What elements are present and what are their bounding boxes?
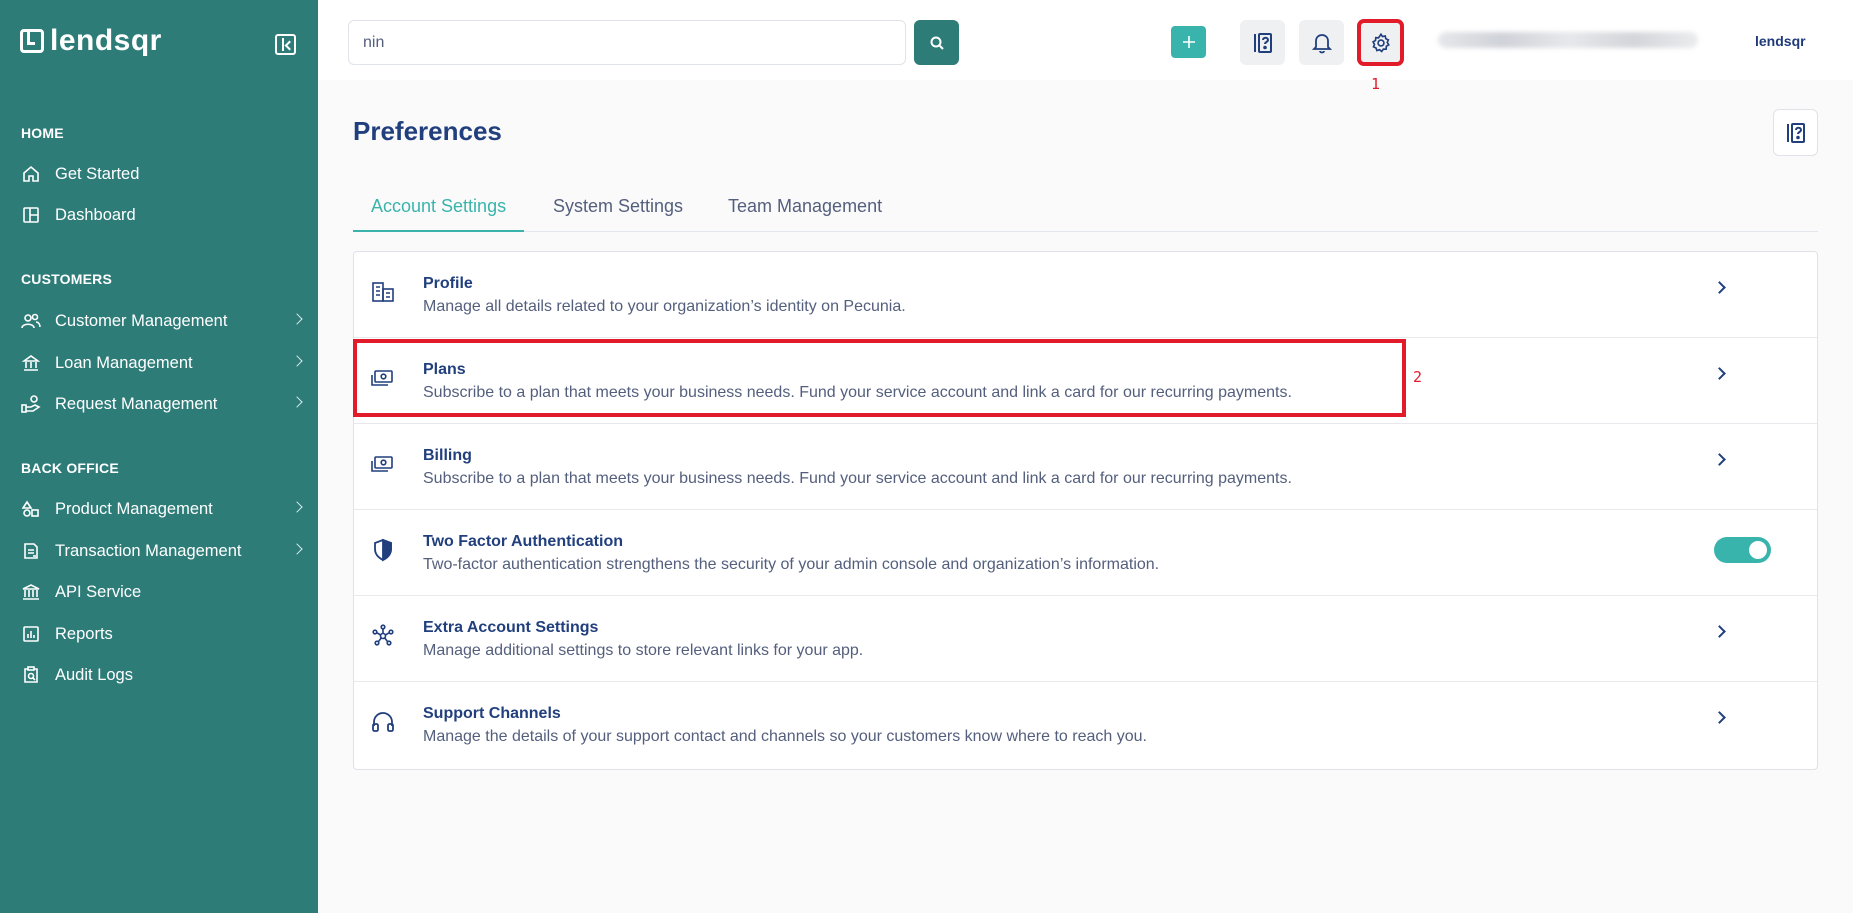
row-title: Support Channels: [423, 705, 561, 722]
logo-mark-icon: [20, 29, 44, 53]
account-settings-list: Profile Manage all details related to yo…: [353, 251, 1818, 770]
row-description: Manage additional settings to store rele…: [423, 642, 864, 659]
settings-button[interactable]: [1357, 19, 1404, 66]
topbar: 1 lendsqr: [318, 0, 1853, 93]
annotation-marker-2: 2: [1413, 368, 1423, 386]
brand-name: lendsqr: [50, 24, 162, 57]
product-icon: [21, 499, 41, 519]
section-title-back-office: BACK OFFICE: [21, 460, 119, 476]
row-title: Two Factor Authentication: [423, 533, 623, 550]
settings-row-profile[interactable]: Profile Manage all details related to yo…: [354, 252, 1817, 338]
tab-system-settings[interactable]: System Settings: [553, 196, 683, 232]
annotation-marker-1: 1: [1371, 75, 1381, 93]
row-title: Billing: [423, 447, 472, 464]
reports-icon: [21, 624, 41, 644]
section-title-customers: CUSTOMERS: [21, 271, 112, 287]
sidebar: lendsqr HOME Get Started Dashboard CUSTO…: [0, 0, 318, 913]
search-button[interactable]: [914, 20, 959, 65]
settings-row-extra-account[interactable]: Extra Account Settings Manage additional…: [354, 596, 1817, 682]
shield-icon: [370, 537, 396, 563]
org-brand-logo: lendsqr: [1755, 33, 1806, 49]
row-description: Two-factor authentication strengthens th…: [423, 556, 1160, 573]
sidebar-item-transaction-management[interactable]: Transaction Management: [21, 536, 303, 566]
sidebar-item-api-service[interactable]: API Service: [21, 577, 301, 607]
add-button[interactable]: [1171, 26, 1206, 58]
page-title: Preferences: [353, 116, 502, 146]
help-icon: [1253, 32, 1272, 53]
transaction-icon: [21, 541, 41, 561]
chevron-right-icon: [1713, 453, 1726, 466]
headphones-icon: [370, 709, 396, 735]
collapse-sidebar-icon[interactable]: [275, 34, 296, 55]
search-input[interactable]: [348, 20, 906, 65]
chevron-right-icon: [291, 355, 303, 367]
sidebar-item-get-started[interactable]: Get Started: [21, 159, 301, 189]
chevron-right-icon: [291, 501, 303, 513]
settings-row-support-channels[interactable]: Support Channels Manage the details of y…: [354, 682, 1817, 768]
sidebar-item-label: Dashboard: [55, 205, 136, 224]
toggle-knob: [1749, 541, 1767, 559]
chevron-right-icon: [1713, 281, 1726, 294]
bank-icon: [21, 582, 41, 602]
sidebar-item-customer-management[interactable]: Customer Management: [21, 306, 303, 336]
settings-row-billing[interactable]: Billing Subscribe to a plan that meets y…: [354, 424, 1817, 510]
building-icon: [370, 279, 396, 305]
help-icon: [1786, 122, 1805, 143]
sidebar-item-product-management[interactable]: Product Management: [21, 494, 303, 524]
sidebar-item-label: Reports: [55, 624, 113, 643]
chevron-right-icon: [1713, 625, 1726, 638]
network-icon: [370, 623, 396, 649]
plus-icon: [1182, 36, 1195, 48]
brand-logo[interactable]: lendsqr: [20, 26, 162, 56]
loan-icon: [21, 353, 41, 373]
gear-icon: [1371, 32, 1390, 53]
section-title-home: HOME: [21, 125, 64, 141]
row-description: Subscribe to a plan that meets your busi…: [423, 384, 1292, 401]
page-help-button[interactable]: [1773, 109, 1818, 156]
settings-row-plans[interactable]: Plans Subscribe to a plan that meets you…: [354, 338, 1817, 424]
tab-account-settings[interactable]: Account Settings: [353, 196, 525, 232]
sidebar-item-label: Loan Management: [55, 353, 193, 372]
sidebar-item-loan-management[interactable]: Loan Management: [21, 348, 303, 378]
home-icon: [21, 164, 41, 184]
money-icon: [370, 365, 396, 391]
row-description: Subscribe to a plan that meets your busi…: [423, 470, 1292, 487]
request-icon: [21, 394, 41, 414]
sidebar-item-dashboard[interactable]: Dashboard: [21, 200, 301, 230]
users-icon: [21, 311, 41, 331]
sidebar-item-request-management[interactable]: Request Management: [21, 389, 303, 419]
sidebar-item-label: Audit Logs: [55, 665, 133, 684]
settings-row-two-factor: Two Factor Authentication Two-factor aut…: [354, 510, 1817, 596]
sidebar-item-label: Customer Management: [55, 311, 228, 330]
bell-icon: [1311, 33, 1332, 53]
row-title: Plans: [423, 361, 466, 378]
sidebar-item-audit-logs[interactable]: Audit Logs: [21, 660, 301, 690]
audit-icon: [21, 665, 41, 685]
preferences-tabs: Account Settings System Settings Team Ma…: [353, 190, 1818, 232]
sidebar-item-label: Transaction Management: [55, 541, 242, 560]
chevron-right-icon: [291, 543, 303, 555]
two-factor-toggle[interactable]: [1714, 537, 1771, 563]
sidebar-item-reports[interactable]: Reports: [21, 619, 301, 649]
row-title: Extra Account Settings: [423, 619, 599, 636]
sidebar-item-label: Get Started: [55, 164, 140, 183]
tab-team-management[interactable]: Team Management: [728, 196, 882, 232]
sidebar-item-label: Product Management: [55, 499, 213, 518]
help-button[interactable]: [1240, 20, 1285, 65]
sidebar-item-label: API Service: [55, 582, 142, 601]
dashboard-icon: [21, 205, 41, 225]
notifications-button[interactable]: [1299, 20, 1344, 65]
sidebar-item-label: Request Management: [55, 394, 218, 413]
user-info-blurred[interactable]: [1438, 32, 1698, 48]
chevron-right-icon: [1713, 711, 1726, 724]
chevron-right-icon: [1713, 367, 1726, 380]
money-icon: [370, 451, 396, 477]
search-icon: [930, 36, 944, 50]
row-description: Manage all details related to your organ…: [423, 298, 906, 315]
chevron-right-icon: [291, 396, 303, 408]
row-title: Profile: [423, 275, 473, 292]
row-description: Manage the details of your support conta…: [423, 728, 1147, 745]
chevron-right-icon: [291, 313, 303, 325]
